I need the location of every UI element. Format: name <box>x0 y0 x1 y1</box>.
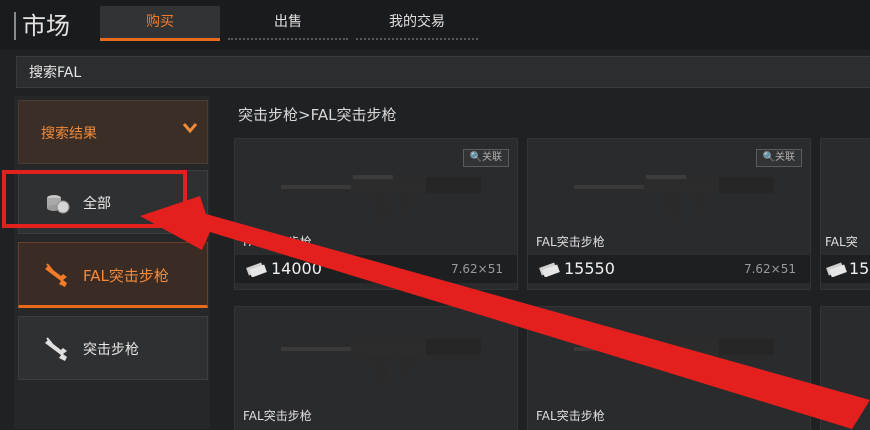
item-card[interactable]: FAL突击步枪 <box>527 306 811 430</box>
item-card[interactable]: FAL突击步枪 <box>234 306 518 430</box>
item-name: FAL突 <box>825 409 858 423</box>
item-caliber: 7.62×51 <box>450 262 503 276</box>
search-icon: 🔍 <box>762 152 775 163</box>
breadcrumb: 突击步枪>FAL突击步枪 <box>238 106 397 124</box>
filter-label: 搜索结果 <box>41 126 97 142</box>
page-title: 市场 <box>14 12 70 40</box>
sidebar-item-label: 突击步枪 <box>83 342 139 358</box>
chevron-down-icon <box>181 119 199 141</box>
item-price: 15 <box>849 259 870 278</box>
item-name: FAL突击步枪 <box>536 235 605 249</box>
item-name: FAL突击步枪 <box>536 409 605 423</box>
sidebar-item-assault-rifle[interactable]: 突击步枪 <box>18 316 208 380</box>
money-icon <box>245 261 267 281</box>
rifle-image <box>281 325 481 399</box>
tab-my-trades[interactable]: 我的交易 <box>356 6 478 40</box>
item-card[interactable]: 🔍关联 FAL突击步枪 14000 7.62×51 <box>234 138 518 290</box>
tab-sell[interactable]: 出售 <box>228 6 348 40</box>
item-name: FAL突击步枪 <box>243 409 312 423</box>
tab-buy[interactable]: 购买 <box>100 6 220 41</box>
rifle-image <box>281 163 481 237</box>
search-icon: 🔍 <box>469 152 482 163</box>
search-input[interactable] <box>17 57 629 87</box>
item-price: 15550 <box>564 259 615 278</box>
top-bar: 市场 购买 出售 我的交易 <box>0 0 870 50</box>
rifle-image <box>574 325 774 399</box>
search-bar <box>16 56 870 88</box>
sidebar-item-fal-rifle[interactable]: FAL突击步枪 <box>18 242 208 308</box>
item-name: FAL突击步枪 <box>243 235 312 249</box>
sidebar-item-label: FAL突击步枪 <box>83 267 169 285</box>
money-icon <box>538 261 560 281</box>
item-price: 14000 <box>271 259 322 278</box>
item-name: FAL突 <box>825 235 858 249</box>
price-bar: 14000 7.62×51 <box>235 255 517 283</box>
price-bar: 15550 7.62×51 <box>528 255 810 283</box>
rifle-image <box>574 163 774 237</box>
rifle-icon <box>43 261 71 289</box>
price-bar: 15 <box>821 255 870 283</box>
money-icon <box>825 261 847 281</box>
rifle-icon <box>43 335 71 363</box>
item-card[interactable]: FAL突 <box>820 306 870 430</box>
item-caliber: 7.62×51 <box>743 262 796 276</box>
annotation-highlight-box <box>2 170 187 228</box>
item-card[interactable]: FAL突 15 <box>820 138 870 290</box>
filter-dropdown[interactable]: 搜索结果 <box>18 100 208 164</box>
item-card[interactable]: 🔍关联 FAL突击步枪 15550 7.62×51 <box>527 138 811 290</box>
